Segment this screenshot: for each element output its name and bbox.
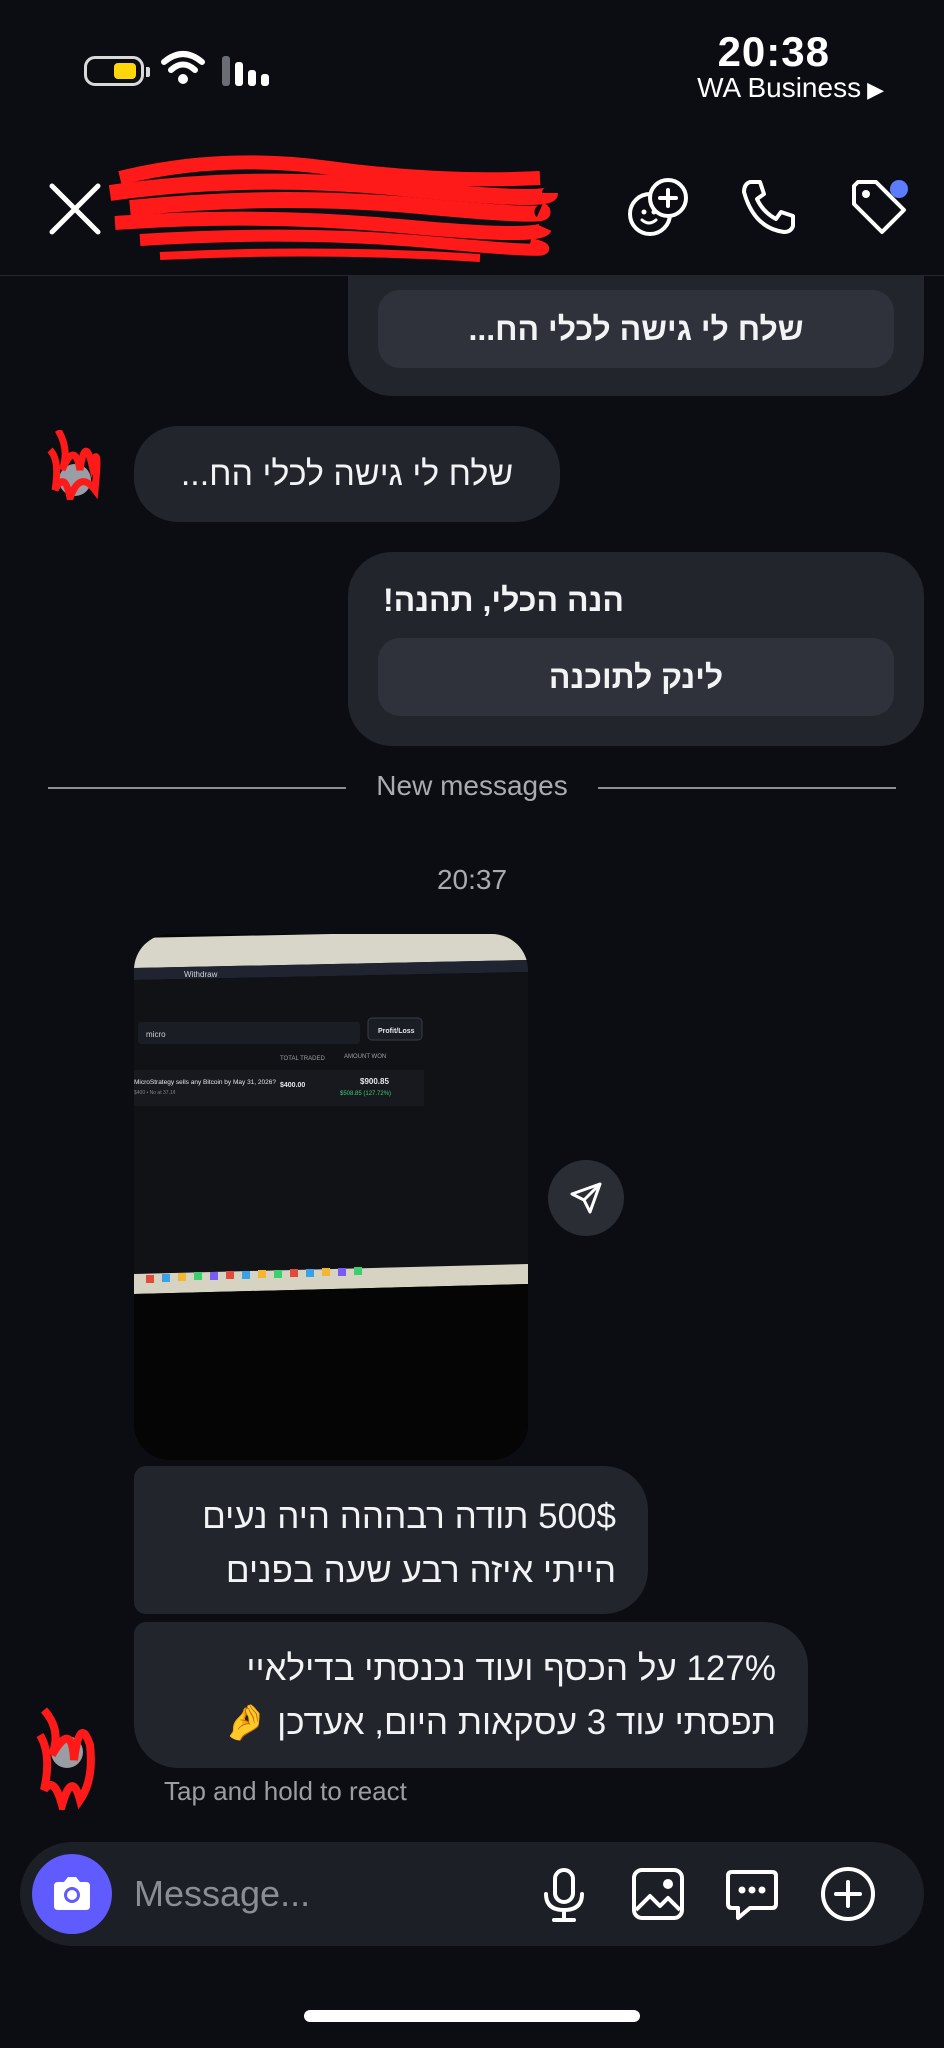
notification-dot [890,180,908,198]
divider-label: New messages [376,770,568,801]
svg-text:TOTAL TRADED: TOTAL TRADED [280,1056,325,1062]
svg-text:$400.00: $400.00 [280,1082,305,1089]
back-to-app-link[interactable]: WA Business ▶ [697,72,884,104]
new-messages-divider: New messages [48,768,896,808]
svg-text:$508.85 (127.72%): $508.85 (127.72%) [340,1091,391,1097]
svg-text:micro: micro [146,1030,166,1039]
close-icon[interactable] [44,178,106,240]
photo-content: Withdraw micro Profit/Loss TOTAL TRADED … [134,934,528,1460]
message-text: 127% על הכסף ועוד נכנסתי בדילאיי תפסתי ע… [223,1649,776,1742]
gallery-icon[interactable] [628,1864,688,1924]
incoming-message[interactable]: שלח לי גישה לכלי הח... [134,426,560,522]
camera-button[interactable] [32,1854,112,1934]
outgoing-message[interactable]: שלח לי גישה לכלי הח... [348,276,924,396]
wifi-icon [161,51,205,84]
svg-text:AMOUNT WON: AMOUNT WON [344,1054,386,1060]
svg-text:Withdraw: Withdraw [184,970,218,979]
incoming-message[interactable]: 500$ תודה רבההה היה נעים הייתי איזה רבע … [134,1466,648,1614]
message-card-button[interactable]: שלח לי גישה לכלי הח... [378,290,894,368]
battery-icon [84,56,150,86]
group-emoji-icon[interactable] [624,174,690,240]
status-time: 20:38 [717,28,830,75]
microphone-icon[interactable] [534,1864,594,1924]
svg-text:$900.85: $900.85 [360,1077,389,1086]
home-indicator[interactable] [304,2010,640,2022]
message-composer [20,1842,924,1946]
outgoing-message[interactable]: הנה הכלי, תהנה! לינק לתוכנה [348,552,924,746]
message-title: הנה הכלי, תהנה! [382,582,624,618]
software-link-button[interactable]: לינק לתוכנה [378,638,894,716]
sticker-chat-icon[interactable] [722,1864,782,1924]
cellular-signal-icon [222,56,269,86]
message-text: 500$ תודה רבההה היה נעים הייתי איזה רבע … [202,1497,616,1590]
camera-icon [54,1877,90,1910]
svg-text:MicroStrategy sells any Bitcoi: MicroStrategy sells any Bitcoin by May 3… [134,1079,276,1086]
back-arrow-icon: ▶ [867,77,884,102]
svg-text:$400 • No at 37.1¢: $400 • No at 37.1¢ [134,1090,176,1096]
add-icon[interactable] [818,1864,878,1924]
photo-message[interactable]: Withdraw micro Profit/Loss TOTAL TRADED … [134,934,528,1460]
phone-icon[interactable] [736,174,802,240]
chat-header [0,130,944,276]
status-bar: 20:38 WA Business ▶ [0,0,944,130]
contact-avatar[interactable] [40,430,110,500]
redacted-contact-name [108,155,558,262]
react-hint: Tap and hold to react [164,1776,407,1806]
contact-avatar[interactable] [32,1700,102,1810]
message-text: שלח לי גישה לכלי הח... [180,455,514,493]
share-button[interactable] [548,1160,624,1236]
message-timestamp: 20:37 [436,864,508,895]
svg-text:Profit/Loss: Profit/Loss [378,1028,415,1035]
send-icon [570,1182,602,1214]
back-app-label: WA Business [697,72,862,103]
message-input[interactable] [134,1862,434,1926]
incoming-message[interactable]: 127% על הכסף ועוד נכנסתי בדילאיי תפסתי ע… [134,1622,808,1768]
